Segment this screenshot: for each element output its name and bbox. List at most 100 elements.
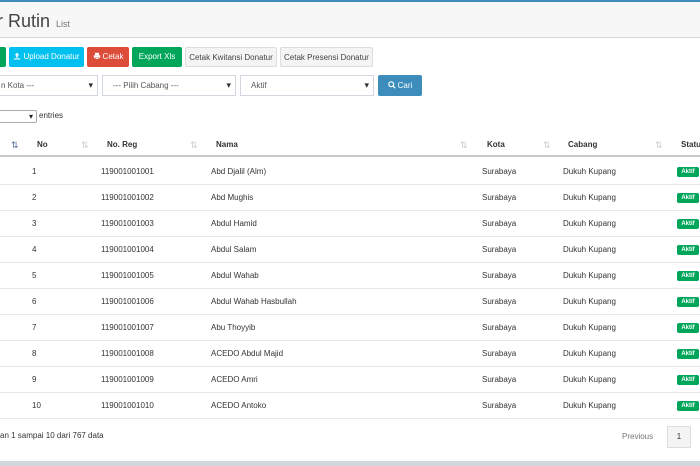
cell-no: 8 — [32, 349, 37, 358]
cell-no: 9 — [32, 375, 37, 384]
table-row: 5 119001001005 Abdul Wahab Surabaya Duku… — [0, 263, 700, 289]
cell-kota: Surabaya — [482, 349, 517, 358]
column-header-nama[interactable]: Nama — [216, 133, 238, 157]
cell-reg: 119001001004 — [101, 245, 154, 254]
status-badge: Aktif — [677, 297, 699, 307]
cell-no: 6 — [32, 297, 37, 306]
cell-kota: Surabaya — [482, 219, 517, 228]
page-title: r Rutin List — [0, 11, 70, 32]
cell-reg: 119001001010 — [101, 401, 154, 410]
page-title-text: r Rutin — [0, 11, 51, 31]
column-header-status[interactable]: Status — [681, 133, 700, 157]
export-xls-button[interactable]: Export Xls — [132, 47, 182, 67]
column-header-no-reg[interactable]: No. Reg — [107, 133, 137, 157]
upload-donatur-button[interactable]: Upload Donatur — [9, 47, 84, 67]
cell-no: 3 — [32, 219, 37, 228]
status-select[interactable]: Aktif ▾ — [240, 75, 374, 96]
cell-no: 4 — [32, 245, 37, 254]
status-select-value: Aktif — [251, 81, 267, 90]
cell-cabang: Dukuh Kupang — [563, 375, 616, 384]
table-row: 1 119001001001 Abd Djalil (Alm) Surabaya… — [0, 159, 700, 185]
cell-cabang: Dukuh Kupang — [563, 193, 616, 202]
table-row: 9 119001001009 ACEDO Amri Surabaya Dukuh… — [0, 367, 700, 393]
cabang-select-value: --- Pilih Cabang --- — [113, 81, 179, 90]
caret-down-icon: ▾ — [28, 112, 33, 121]
cell-kota: Surabaya — [482, 323, 517, 332]
cell-reg: 119001001008 — [101, 349, 154, 358]
cell-cabang: Dukuh Kupang — [563, 245, 616, 254]
sort-icon[interactable]: ⇅ — [11, 133, 19, 157]
cell-no: 5 — [32, 271, 37, 280]
cell-nama: Abdul Wahab — [211, 271, 259, 280]
table-row: 7 119001001007 Abu Thoyyib Surabaya Duku… — [0, 315, 700, 341]
status-badge: Aktif — [677, 245, 699, 255]
caret-down-icon: ▾ — [364, 80, 369, 90]
cell-cabang: Dukuh Kupang — [563, 271, 616, 280]
cell-nama: Abdul Salam — [211, 245, 257, 254]
caret-down-icon: ▾ — [88, 80, 93, 90]
cell-reg: 119001001007 — [101, 323, 154, 332]
table-row: 3 119001001003 Abdul Hamid Surabaya Duku… — [0, 211, 700, 237]
cabang-select[interactable]: --- Pilih Cabang --- ▾ — [102, 75, 236, 96]
status-badge: Aktif — [677, 401, 699, 411]
cell-reg: 119001001005 — [101, 271, 154, 280]
status-badge: Aktif — [677, 219, 699, 229]
cetak-button[interactable]: Cetak — [87, 47, 129, 67]
table-row: 8 119001001008 ACEDO Abdul Majid Surabay… — [0, 341, 700, 367]
cell-cabang: Dukuh Kupang — [563, 167, 616, 176]
cell-reg: 119001001001 — [101, 167, 154, 176]
status-badge: Aktif — [677, 167, 699, 177]
cell-kota: Surabaya — [482, 297, 517, 306]
sort-icon[interactable]: ⇅ — [655, 133, 663, 157]
previous-page-button[interactable]: Previous — [622, 432, 653, 441]
cell-no: 7 — [32, 323, 37, 332]
column-header-no[interactable]: No — [37, 133, 48, 157]
sort-icon[interactable]: ⇅ — [190, 133, 198, 157]
cell-kota: Surabaya — [482, 401, 517, 410]
content-header: r Rutin List — [0, 0, 700, 38]
entries-label: entries — [39, 111, 64, 120]
cell-kota: Surabaya — [482, 375, 517, 384]
cell-nama: Abd Djalil (Alm) — [211, 167, 267, 176]
cell-reg: 119001001006 — [101, 297, 154, 306]
cari-button[interactable]: Cari — [378, 75, 422, 96]
column-header-kota[interactable]: Kota — [487, 133, 505, 157]
bottom-border — [0, 461, 700, 466]
cell-cabang: Dukuh Kupang — [563, 297, 616, 306]
status-badge: Aktif — [677, 349, 699, 359]
content-panel: Upload Donatur Cetak Export Xls Cetak Kw… — [0, 38, 700, 466]
sort-icon[interactable]: ⇅ — [460, 133, 468, 157]
table-row: 10 119001001010 ACEDO Antoko Surabaya Du… — [0, 393, 700, 419]
table-row: 2 119001001002 Abd Mughis Surabaya Dukuh… — [0, 185, 700, 211]
cell-nama: Abu Thoyyib — [211, 323, 256, 332]
table-info: kan 1 sampai 10 dari 767 data — [0, 431, 104, 440]
page-length-select[interactable]: ▾ — [0, 110, 37, 123]
column-header-cabang[interactable]: Cabang — [568, 133, 597, 157]
cell-nama: Abdul Hamid — [211, 219, 257, 228]
cell-nama: Abd Mughis — [211, 193, 254, 202]
cell-kota: Surabaya — [482, 271, 517, 280]
cell-nama: ACEDO Amri — [211, 375, 258, 384]
sort-icon[interactable]: ⇅ — [543, 133, 551, 157]
cell-no: 1 — [32, 167, 37, 176]
table-row: 4 119001001004 Abdul Salam Surabaya Duku… — [0, 237, 700, 263]
cetak-presensi-button[interactable]: Cetak Presensi Donatur — [280, 47, 373, 67]
cell-reg: 119001001003 — [101, 219, 154, 228]
kota-select[interactable]: n Kota --- ▾ — [0, 75, 98, 96]
caret-down-icon: ▾ — [226, 80, 231, 90]
print-icon — [93, 52, 100, 60]
cell-cabang: Dukuh Kupang — [563, 401, 616, 410]
status-badge: Aktif — [677, 271, 699, 281]
cell-no: 2 — [32, 193, 37, 202]
upload-donatur-label: Upload Donatur — [23, 52, 80, 61]
page-1-button[interactable]: 1 — [667, 426, 691, 448]
cetak-kwitansi-button[interactable]: Cetak Kwitansi Donatur — [185, 47, 277, 67]
cell-nama: Abdul Wahab Hasbullah — [211, 297, 297, 306]
cell-nama: ACEDO Abdul Majid — [211, 349, 284, 358]
sort-icon[interactable]: ⇅ — [81, 133, 89, 157]
cell-kota: Surabaya — [482, 193, 517, 202]
status-badge: Aktif — [677, 323, 699, 333]
table-header: ⇅ No ⇅ No. Reg ⇅ Nama ⇅ Kota ⇅ Cabang ⇅ … — [0, 133, 700, 157]
add-button[interactable] — [0, 47, 6, 67]
table-row: 6 119001001006 Abdul Wahab Hasbullah Sur… — [0, 289, 700, 315]
